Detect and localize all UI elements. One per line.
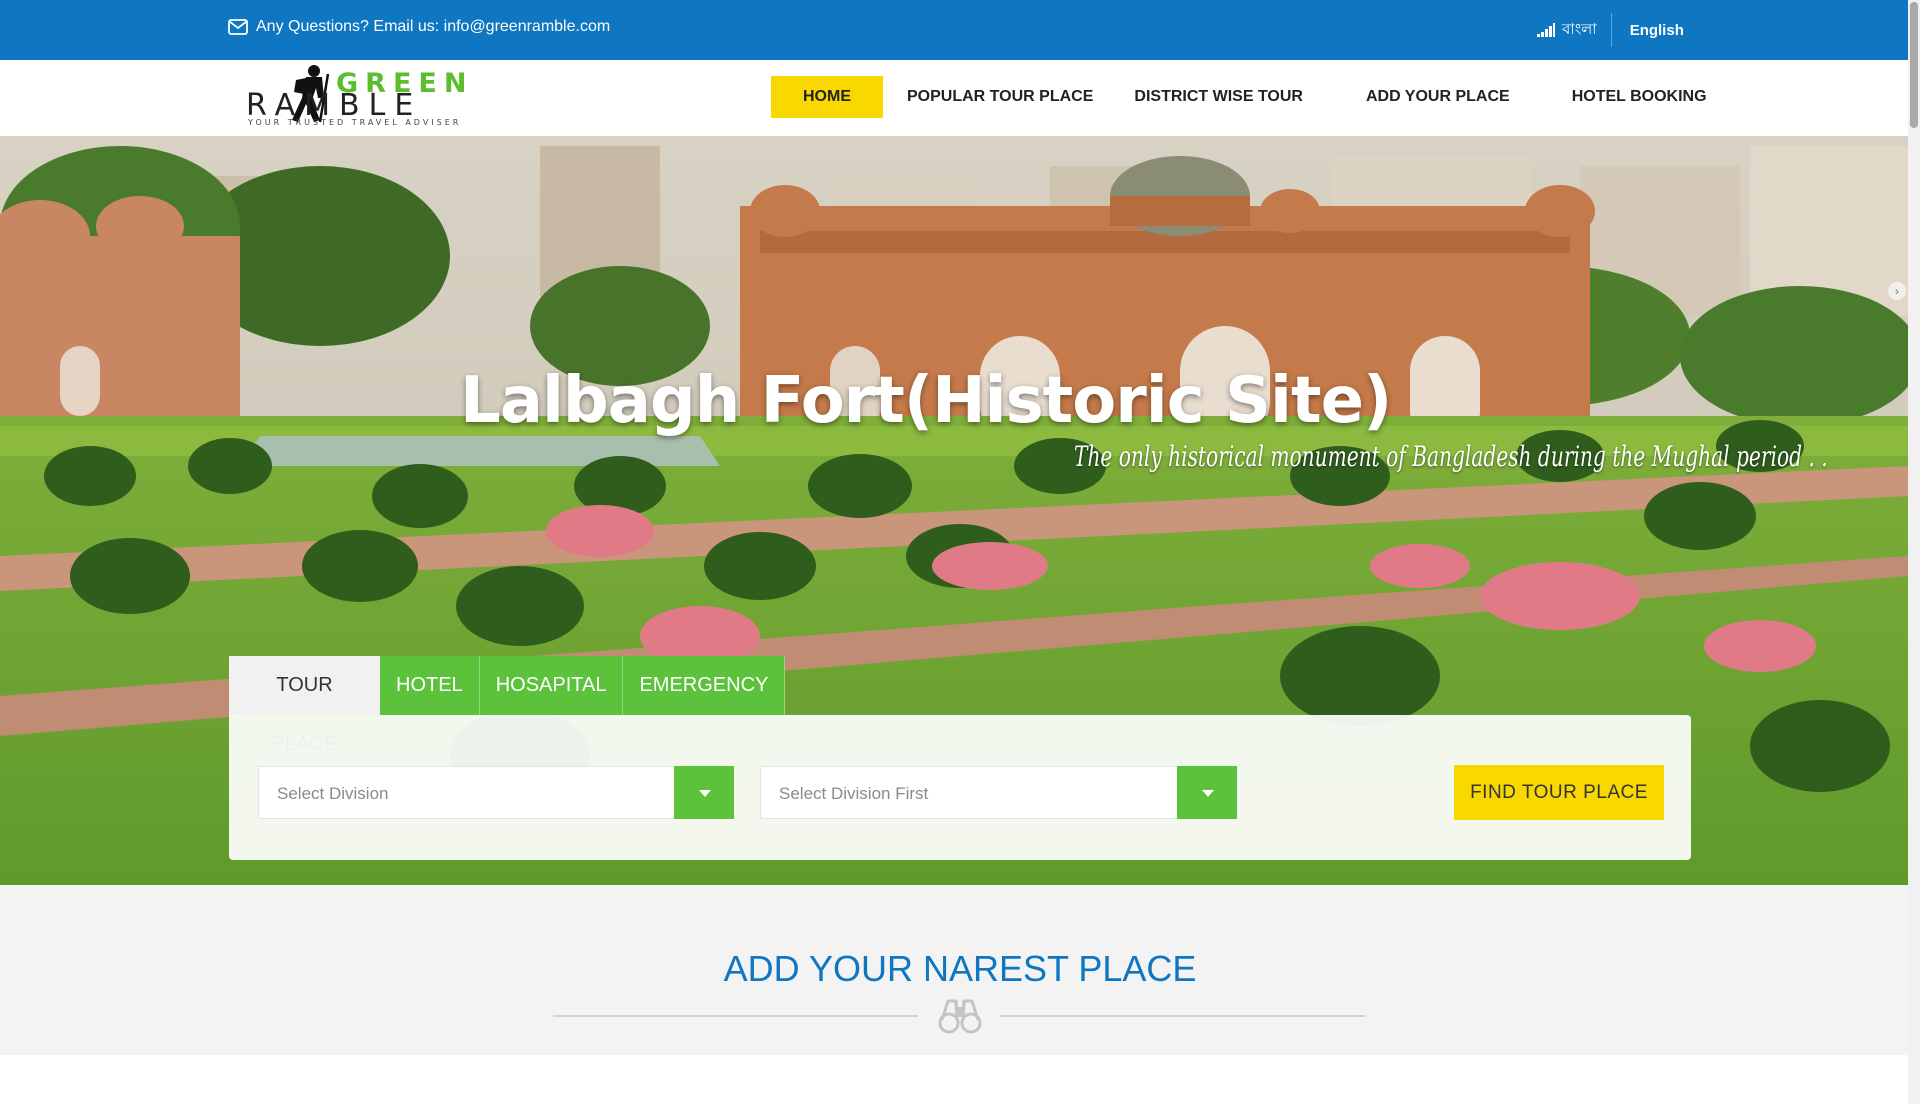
scrollbar-thumb[interactable] (1910, 2, 1918, 128)
chevron-down-icon[interactable] (1177, 766, 1237, 819)
nav-home[interactable]: HOME (771, 76, 883, 118)
section-title: ADD YOUR NAREST PLACE (723, 948, 1197, 989)
lang-bangla-label: বাংলা (1562, 20, 1597, 38)
logo-tagline: YOUR TRUSTED TRAVEL ADVISER (247, 118, 461, 126)
chevron-down-icon[interactable] (674, 766, 734, 819)
signal-icon (1537, 23, 1555, 37)
top-bar: Any Questions? Email us: info@greenrambl… (0, 0, 1908, 60)
nav-district-wise-tour[interactable]: DISTRICT WISE TOUR (1134, 76, 1303, 118)
district-select[interactable]: Select Division First (760, 766, 1237, 819)
tab-hotel[interactable]: HOTEL (380, 656, 480, 715)
find-tour-place-button[interactable]: FIND TOUR PLACE (1454, 765, 1664, 820)
search-panel: Select Division Select Division First FI… (229, 715, 1691, 860)
language-switcher: বাংলা English (1536, 0, 1684, 60)
contact-info: Any Questions? Email us: info@greenrambl… (228, 18, 610, 36)
tab-hospital[interactable]: HOSAPITAL (479, 656, 624, 715)
page-scrollbar[interactable] (1908, 0, 1920, 1104)
lang-bangla-link[interactable]: বাংলা (1536, 13, 1612, 47)
binoculars-icon (938, 999, 982, 1034)
contact-email-text: Any Questions? Email us: info@greenrambl… (256, 18, 611, 35)
section-divider-left (553, 1015, 918, 1017)
hero-title: Lalbagh Fort(Historic Site) (460, 364, 1392, 438)
green-ramble-logo[interactable]: GREEN RAMBLE YOUR TRUSTED TRAVEL ADVISER (244, 62, 520, 126)
hero-subtitle: The only historical monument of Banglade… (1074, 440, 1828, 473)
tab-emergency[interactable]: EMERGENCY (623, 656, 786, 715)
main-nav: HOME POPULAR TOUR PLACE DISTRICT WISE TO… (771, 76, 1707, 118)
division-select-placeholder: Select Division (277, 784, 389, 803)
division-select[interactable]: Select Division (258, 766, 734, 819)
section-divider-right (1000, 1015, 1365, 1017)
lang-english-link[interactable]: English (1612, 22, 1684, 39)
nav-popular-tour-place[interactable]: POPULAR TOUR PLACE (907, 76, 1093, 118)
district-select-placeholder: Select Division First (779, 784, 929, 803)
tab-tour-place[interactable]: TOUR PLACE (229, 656, 380, 755)
nav-add-your-place[interactable]: ADD YOUR PLACE (1366, 76, 1510, 118)
nav-hotel-booking[interactable]: HOTEL BOOKING (1572, 76, 1707, 118)
envelope-icon (228, 19, 248, 35)
slider-next-arrow-icon[interactable]: › (1888, 282, 1906, 300)
search-tabs: TOUR PLACE HOTEL HOSAPITAL EMERGENCY (229, 656, 786, 755)
